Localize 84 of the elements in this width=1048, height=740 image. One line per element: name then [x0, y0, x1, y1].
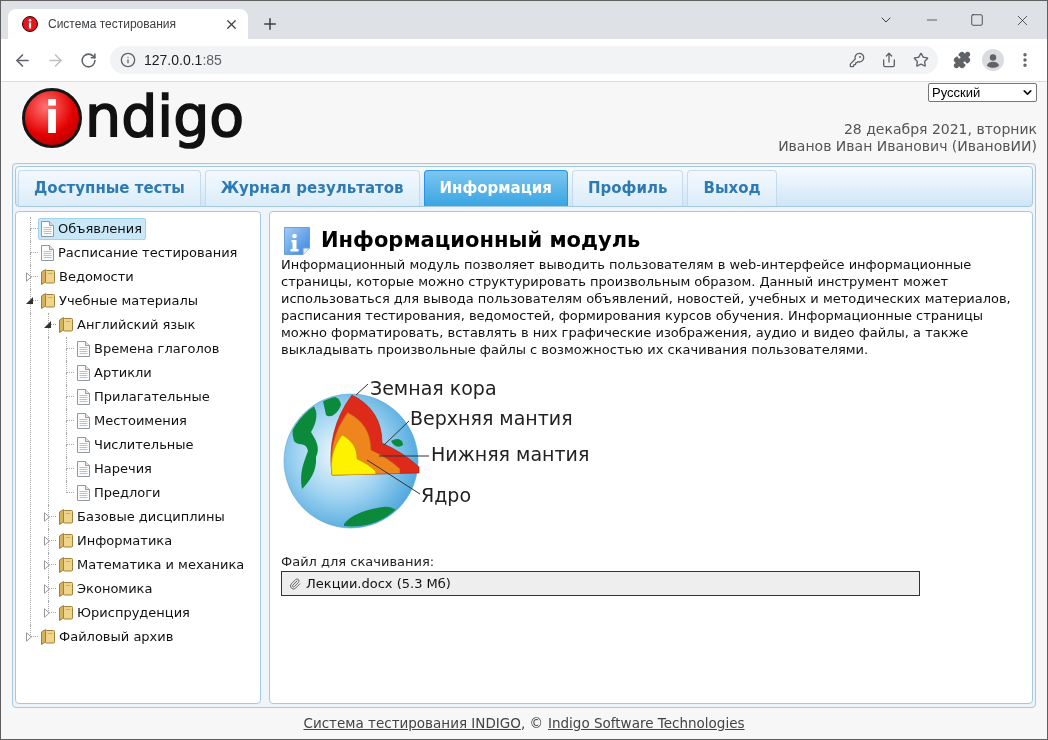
tab[interactable]: Журнал результатов: [204, 170, 420, 206]
page-icon: [77, 389, 90, 405]
page-icon: [41, 245, 54, 261]
folder-icon: [59, 557, 73, 573]
tree-item[interactable]: Расписание тестирования: [38, 242, 242, 264]
page-icon: [77, 413, 90, 429]
folder-icon: [59, 581, 73, 597]
puzzle-icon[interactable]: [953, 51, 971, 69]
star-icon[interactable]: [913, 52, 929, 68]
caret-right-icon[interactable]: [44, 560, 50, 570]
leader-line: [383, 420, 410, 446]
address-bar[interactable]: 127.0.0.1:85: [110, 46, 938, 74]
tree-item[interactable]: Местоимения: [74, 410, 191, 432]
new-tab-icon[interactable]: [261, 15, 279, 33]
caret-down-right-icon[interactable]: [44, 321, 51, 328]
tree-item[interactable]: Учебные материалы: [38, 290, 203, 312]
share-icon[interactable]: [881, 52, 897, 68]
tree-item[interactable]: Математика и механика: [56, 554, 249, 576]
page-icon: [77, 485, 90, 501]
info-page-icon: [284, 227, 310, 255]
page-icon: [77, 437, 90, 453]
tree-item[interactable]: Времена глаголов: [74, 338, 224, 360]
diagram-label: Ядро: [421, 484, 472, 506]
caret-down-right-icon[interactable]: [26, 297, 33, 304]
description-text: Информационный модуль позволяет выводить пользователям в web-интерфейсе информационные страницы, которые можно структурировать произвольным образом. Данный инструмент может использоваться для вывода пользователям объявлений, новостей, учебных и методических материалов, расписания тестирования, ведомостей, формирования курсов обучения. Информационные страницы можно форматировать, вставлять в них графические изображения, аудио и видео файлы, а также выкладывать произвольные файлы с возможностью их скачивания пользователями.: [281, 256, 1012, 358]
diagram-label: Нижняя мантия: [431, 443, 590, 465]
tree-item[interactable]: Базовые дисциплины: [56, 506, 229, 528]
file-link[interactable]: Лекции.docx (5.3 Мб): [281, 571, 920, 596]
folder-icon: [41, 629, 55, 645]
favicon-icon: [22, 16, 38, 32]
reload-icon[interactable]: [80, 51, 97, 69]
avatar-icon[interactable]: [982, 49, 1004, 71]
maximize-icon[interactable]: [970, 13, 984, 27]
tree-item[interactable]: Объявления: [38, 218, 146, 240]
folder-icon: [59, 509, 73, 525]
folder-icon: [59, 533, 73, 549]
caret-right-icon[interactable]: [44, 584, 50, 594]
caret-right-icon[interactable]: [26, 272, 32, 282]
tree-item[interactable]: Экономика: [56, 578, 157, 600]
copyright-text: Система тестирования INDIGO, © Indigo Software Technologies: [303, 714, 745, 734]
folder-icon: [59, 605, 73, 621]
tree-item[interactable]: Артикли: [74, 362, 156, 384]
tree-item[interactable]: Юриспруденция: [56, 602, 194, 624]
tree-item[interactable]: Предлоги: [74, 482, 165, 504]
paperclip-icon: [289, 577, 301, 590]
tab[interactable]: Выход: [687, 170, 777, 206]
tab[interactable]: Профиль: [572, 170, 684, 206]
language-select[interactable]: Русский: [928, 83, 1037, 102]
key-icon[interactable]: [849, 52, 865, 68]
page-icon: [77, 341, 90, 357]
folder-icon: [41, 269, 55, 285]
tree-item[interactable]: Прилагательные: [74, 386, 214, 408]
tree-item[interactable]: Английский язык: [56, 314, 200, 336]
tree-item[interactable]: Числительные: [74, 434, 198, 456]
logo-mark: i: [22, 88, 82, 148]
footer-link[interactable]: Система тестирования INDIGO: [303, 715, 521, 732]
core-layer: [331, 434, 376, 476]
folder-icon: [59, 317, 73, 333]
browser-tab[interactable]: Система тестирования: [8, 9, 248, 39]
download-label: Файл для скачивания:: [281, 553, 435, 570]
caret-right-icon[interactable]: [44, 512, 50, 522]
tab[interactable]: Доступные тесты: [18, 170, 201, 206]
page-icon: [77, 461, 90, 477]
caret-right-icon[interactable]: [44, 536, 50, 546]
leader-line: [355, 383, 369, 396]
user-name: Иванов Иван Иванович (ИвановИИ): [778, 138, 1037, 155]
logo-text: ndigo: [85, 86, 245, 146]
caret-right-icon[interactable]: [44, 608, 50, 618]
date-text: 28 декабря 2021, вторник: [842, 121, 1037, 138]
tree-item[interactable]: Файловый архив: [38, 626, 178, 648]
folder-icon: [41, 293, 55, 309]
leader-line: [366, 459, 421, 495]
page-icon: [41, 221, 54, 237]
tree-item[interactable]: Ведомости: [38, 266, 138, 288]
page-title: Информационный модуль: [321, 227, 641, 255]
tree-item[interactable]: Информатика: [56, 530, 177, 552]
diagram-label: Земная кора: [370, 377, 497, 399]
diagram-label: Верхняя мантия: [410, 407, 573, 429]
footer-link[interactable]: Indigo Software Technologies: [548, 715, 745, 732]
caret-right-icon[interactable]: [26, 632, 32, 642]
leader-line: [378, 455, 430, 457]
tree-item[interactable]: Наречия: [74, 458, 156, 480]
page-icon: [77, 365, 90, 381]
info-icon[interactable]: [120, 52, 136, 68]
